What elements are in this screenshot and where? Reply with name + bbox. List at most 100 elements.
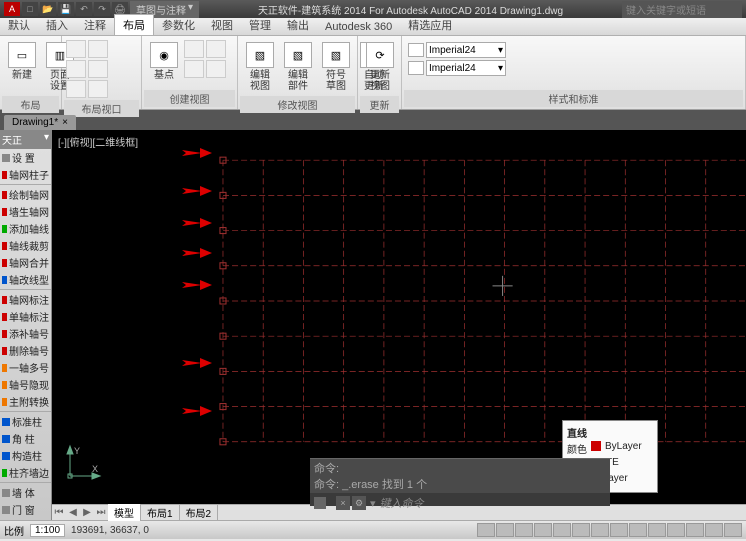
- status-toggle[interactable]: [496, 523, 514, 537]
- ribbon-tab[interactable]: 管理: [241, 15, 279, 35]
- sidebar-item[interactable]: 标准柱: [0, 413, 51, 430]
- tab-nav-next[interactable]: ▶: [80, 507, 94, 518]
- sidebar-item[interactable]: 主附转换: [0, 393, 51, 410]
- tool-palette: 天正 ▾ 设 置轴网柱子绘制轴网墙生轴网添加轴线轴线裁剪轴网合并轴改线型轴网标注单…: [0, 130, 52, 520]
- item-icon: [2, 330, 7, 338]
- ribbon-tab[interactable]: 插入: [38, 15, 76, 35]
- sidebar-item[interactable]: 轴线裁剪: [0, 237, 51, 254]
- panel-label-modifyvp: 修改视图: [240, 96, 355, 113]
- tab-nav-first[interactable]: ⏮: [52, 507, 66, 518]
- close-icon[interactable]: ×: [62, 117, 68, 128]
- status-toggle[interactable]: [610, 523, 628, 537]
- ribbon-tab[interactable]: 参数化: [154, 15, 203, 35]
- layout-tab[interactable]: 布局1: [141, 504, 180, 521]
- command-input[interactable]: 键入命令: [380, 495, 424, 511]
- annotation-arrow: [182, 186, 212, 196]
- layout-tab[interactable]: 布局2: [180, 504, 219, 521]
- modify-button[interactable]: ▧符号草图: [318, 40, 354, 94]
- cmd-handle-icon[interactable]: [314, 497, 326, 509]
- sidebar-item[interactable]: 设 置: [0, 149, 51, 166]
- ribbon-tab[interactable]: 视图: [203, 15, 241, 35]
- annotation-arrow: [182, 148, 212, 158]
- status-toggle[interactable]: [667, 523, 685, 537]
- ribbon-tab[interactable]: 默认: [0, 15, 38, 35]
- modify-button[interactable]: ▧编辑部件: [280, 40, 316, 94]
- status-toggle[interactable]: [724, 523, 742, 537]
- cmd-opts-icon[interactable]: ⚙: [352, 496, 366, 510]
- annotation-arrow: [182, 218, 212, 228]
- style2-dropdown[interactable]: Imperial24▾: [426, 60, 506, 76]
- qat-redo-icon[interactable]: ↷: [94, 2, 110, 16]
- svg-text:Y: Y: [74, 446, 80, 456]
- drawing-viewport[interactable]: [-][俯视][二维线框]: [52, 130, 746, 504]
- layout-tab[interactable]: 模型: [108, 504, 141, 521]
- tab-nav-last[interactable]: ⏭: [94, 507, 108, 518]
- update-view-button[interactable]: ⟳更新视图: [362, 40, 398, 94]
- new-layout-button[interactable]: ▭新建: [4, 40, 40, 83]
- item-icon: [2, 171, 7, 179]
- item-icon: [2, 225, 7, 233]
- ribbon-tab[interactable]: 精选应用: [400, 15, 460, 35]
- item-icon: [2, 489, 10, 497]
- style1-dropdown[interactable]: Imperial24▾: [426, 42, 506, 58]
- tool-icon: ▧: [246, 42, 274, 68]
- qat-save-icon[interactable]: 💾: [58, 2, 74, 16]
- qat-open-icon[interactable]: 📂: [40, 2, 56, 16]
- item-icon: [2, 259, 7, 267]
- sidebar-item[interactable]: 墙生轴网: [0, 203, 51, 220]
- ribbon-tab[interactable]: 注释: [76, 15, 114, 35]
- qat-undo-icon[interactable]: ↶: [76, 2, 92, 16]
- sidebar-item[interactable]: 轴号隐现: [0, 376, 51, 393]
- sidebar-item[interactable]: 添补轴号: [0, 325, 51, 342]
- status-toggle[interactable]: [591, 523, 609, 537]
- sidebar-item[interactable]: 删除轴号: [0, 342, 51, 359]
- status-toggle[interactable]: [553, 523, 571, 537]
- ribbon-tab[interactable]: Autodesk 360: [317, 19, 400, 35]
- palette-menu-icon[interactable]: ▾: [44, 132, 49, 147]
- tab-nav-prev[interactable]: ◀: [66, 507, 80, 518]
- viewport-small-buttons[interactable]: [66, 40, 108, 98]
- item-icon: [2, 381, 7, 389]
- create-small-buttons[interactable]: [184, 40, 226, 78]
- status-toggle[interactable]: [686, 523, 704, 537]
- status-toggle[interactable]: [629, 523, 647, 537]
- sidebar-item[interactable]: 添加轴线: [0, 220, 51, 237]
- sidebar-item[interactable]: 轴网标注: [0, 291, 51, 308]
- sidebar-item[interactable]: 绘制轴网: [0, 186, 51, 203]
- panel-label-styles: 样式和标准: [404, 90, 743, 107]
- sidebar-item[interactable]: 墙 体: [0, 484, 51, 501]
- scale-value[interactable]: 1:100: [30, 524, 65, 537]
- sidebar-item[interactable]: 构造柱: [0, 447, 51, 464]
- palette-title: 天正: [2, 132, 22, 147]
- status-toggle[interactable]: [572, 523, 590, 537]
- item-icon: [2, 191, 7, 199]
- qat-new-icon[interactable]: □: [22, 2, 38, 16]
- status-toggle[interactable]: [477, 523, 495, 537]
- sidebar-item[interactable]: 柱齐墙边: [0, 464, 51, 481]
- sidebar-item[interactable]: 门 窗: [0, 501, 51, 518]
- modify-button[interactable]: ▧编辑视图: [242, 40, 278, 94]
- status-toggle[interactable]: [648, 523, 666, 537]
- sidebar-item[interactable]: 轴改线型: [0, 271, 51, 288]
- sidebar-item[interactable]: 轴网柱子: [0, 166, 51, 183]
- ribbon-tab[interactable]: 布局: [114, 14, 154, 35]
- item-icon: [2, 469, 7, 477]
- app-menu-button[interactable]: A: [4, 2, 20, 16]
- status-toggle[interactable]: [515, 523, 533, 537]
- annotation-arrow: [182, 406, 212, 416]
- status-toggle[interactable]: [705, 523, 723, 537]
- cmd-close-icon[interactable]: ×: [336, 496, 350, 510]
- item-icon: [2, 506, 10, 514]
- status-toggle[interactable]: [534, 523, 552, 537]
- sidebar-item[interactable]: 一轴多号: [0, 359, 51, 376]
- sidebar-item[interactable]: 房间屋顶: [0, 518, 51, 520]
- sidebar-item[interactable]: 单轴标注: [0, 308, 51, 325]
- base-icon: ◉: [150, 42, 178, 68]
- document-tab[interactable]: Drawing1*×: [4, 115, 76, 130]
- search-input[interactable]: 键入关键字或短语: [622, 1, 742, 18]
- sidebar-item[interactable]: 角 柱: [0, 430, 51, 447]
- sidebar-item[interactable]: 轴网合并: [0, 254, 51, 271]
- ribbon-tab[interactable]: 输出: [279, 15, 317, 35]
- command-window: 命令:命令: _.erase 找到 1 个 ×⚙ ▾ 键入命令: [310, 458, 610, 506]
- base-point-button[interactable]: ◉基点: [146, 40, 182, 83]
